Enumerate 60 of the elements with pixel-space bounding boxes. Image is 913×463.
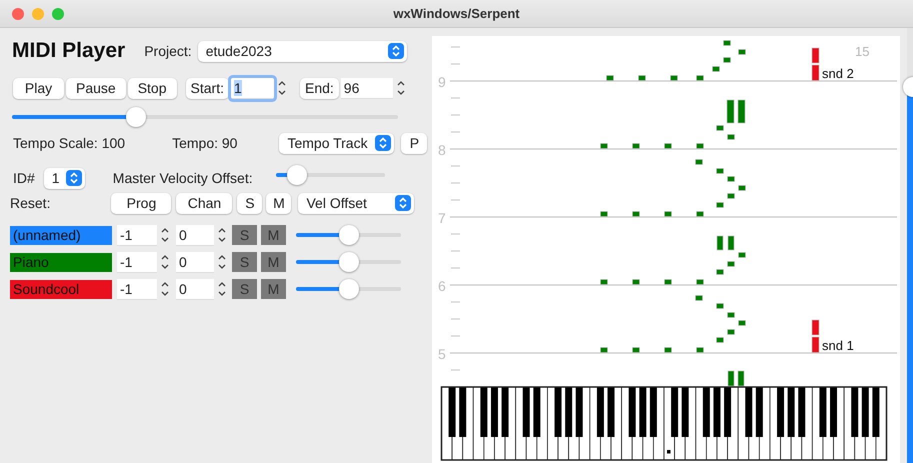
program-field[interactable]: -1 xyxy=(117,224,157,246)
end-label: End: xyxy=(300,78,339,98)
stepper-icon xyxy=(395,195,412,211)
tempo-source-dropdown[interactable]: Tempo Track xyxy=(279,132,394,154)
id-label: ID# xyxy=(13,170,35,186)
slider-thumb[interactable] xyxy=(287,165,308,185)
corner-number: 15 xyxy=(855,44,870,59)
transport-button[interactable]: Pause xyxy=(66,78,126,98)
end-field[interactable]: 96 xyxy=(340,78,393,98)
slider-thumb[interactable] xyxy=(338,252,358,272)
velocity-mode-dropdown[interactable]: Vel Offset xyxy=(298,192,414,214)
spinner-icon[interactable] xyxy=(276,79,287,97)
project-dropdown[interactable]: etude2023 xyxy=(198,40,407,62)
spinner-icon[interactable] xyxy=(217,253,227,271)
staff-number: 9 xyxy=(438,74,446,90)
start-label: Start: xyxy=(186,78,229,98)
slider-thumb[interactable] xyxy=(338,279,358,299)
reset-button[interactable]: M xyxy=(266,192,292,214)
staff-number: 6 xyxy=(438,278,446,294)
marker-label: snd 2 xyxy=(822,66,854,81)
marker-bar xyxy=(812,320,820,353)
window-title: wxWindows/Serpent xyxy=(393,6,520,21)
spinner-icon[interactable] xyxy=(217,280,227,298)
tempo-label: Tempo: 90 xyxy=(172,135,238,151)
stepper-icon xyxy=(375,135,392,151)
channel-field[interactable]: 0 xyxy=(176,252,214,272)
spinner-icon[interactable] xyxy=(160,226,170,244)
transport-button[interactable]: Play xyxy=(13,78,64,98)
reset-button[interactable]: Prog xyxy=(111,192,172,214)
channel-field[interactable]: 0 xyxy=(176,278,214,300)
track-name[interactable]: (unnamed) xyxy=(10,226,112,244)
track-name[interactable]: Soundcool xyxy=(10,280,112,298)
reset-button[interactable]: Chan xyxy=(176,192,232,214)
spinner-icon[interactable] xyxy=(160,253,170,271)
program-field[interactable]: -1 xyxy=(117,278,157,300)
track-name[interactable]: Piano xyxy=(10,252,112,272)
channel-field[interactable]: 0 xyxy=(176,224,214,246)
piano-keyboard[interactable] xyxy=(440,386,888,461)
spinner-icon[interactable] xyxy=(160,280,170,298)
reset-button[interactable]: S xyxy=(237,192,262,214)
p-button[interactable]: P xyxy=(401,132,428,154)
staff-number: 5 xyxy=(438,346,446,362)
spinner-icon[interactable] xyxy=(396,79,406,97)
reset-label: Reset: xyxy=(10,195,50,211)
id-dropdown[interactable]: 1 xyxy=(44,168,85,188)
staff-number: 7 xyxy=(438,210,446,226)
spinner-icon[interactable] xyxy=(217,226,227,244)
staff-number: 8 xyxy=(438,142,446,158)
program-field[interactable]: -1 xyxy=(117,252,157,272)
marker-bar xyxy=(812,48,820,81)
stepper-icon xyxy=(388,43,404,59)
tempo-scale-label: Tempo Scale: 100 xyxy=(13,135,126,151)
app-title: MIDI Player xyxy=(12,39,126,63)
slider-thumb[interactable] xyxy=(126,107,146,127)
project-label: Project: xyxy=(144,43,192,59)
stepper-icon xyxy=(66,170,82,186)
marker-label: snd 1 xyxy=(822,338,854,353)
transport-button[interactable]: Stop xyxy=(128,78,177,98)
slider-thumb[interactable] xyxy=(338,225,358,245)
master-velocity-label: Master Velocity Offset: xyxy=(112,170,253,186)
